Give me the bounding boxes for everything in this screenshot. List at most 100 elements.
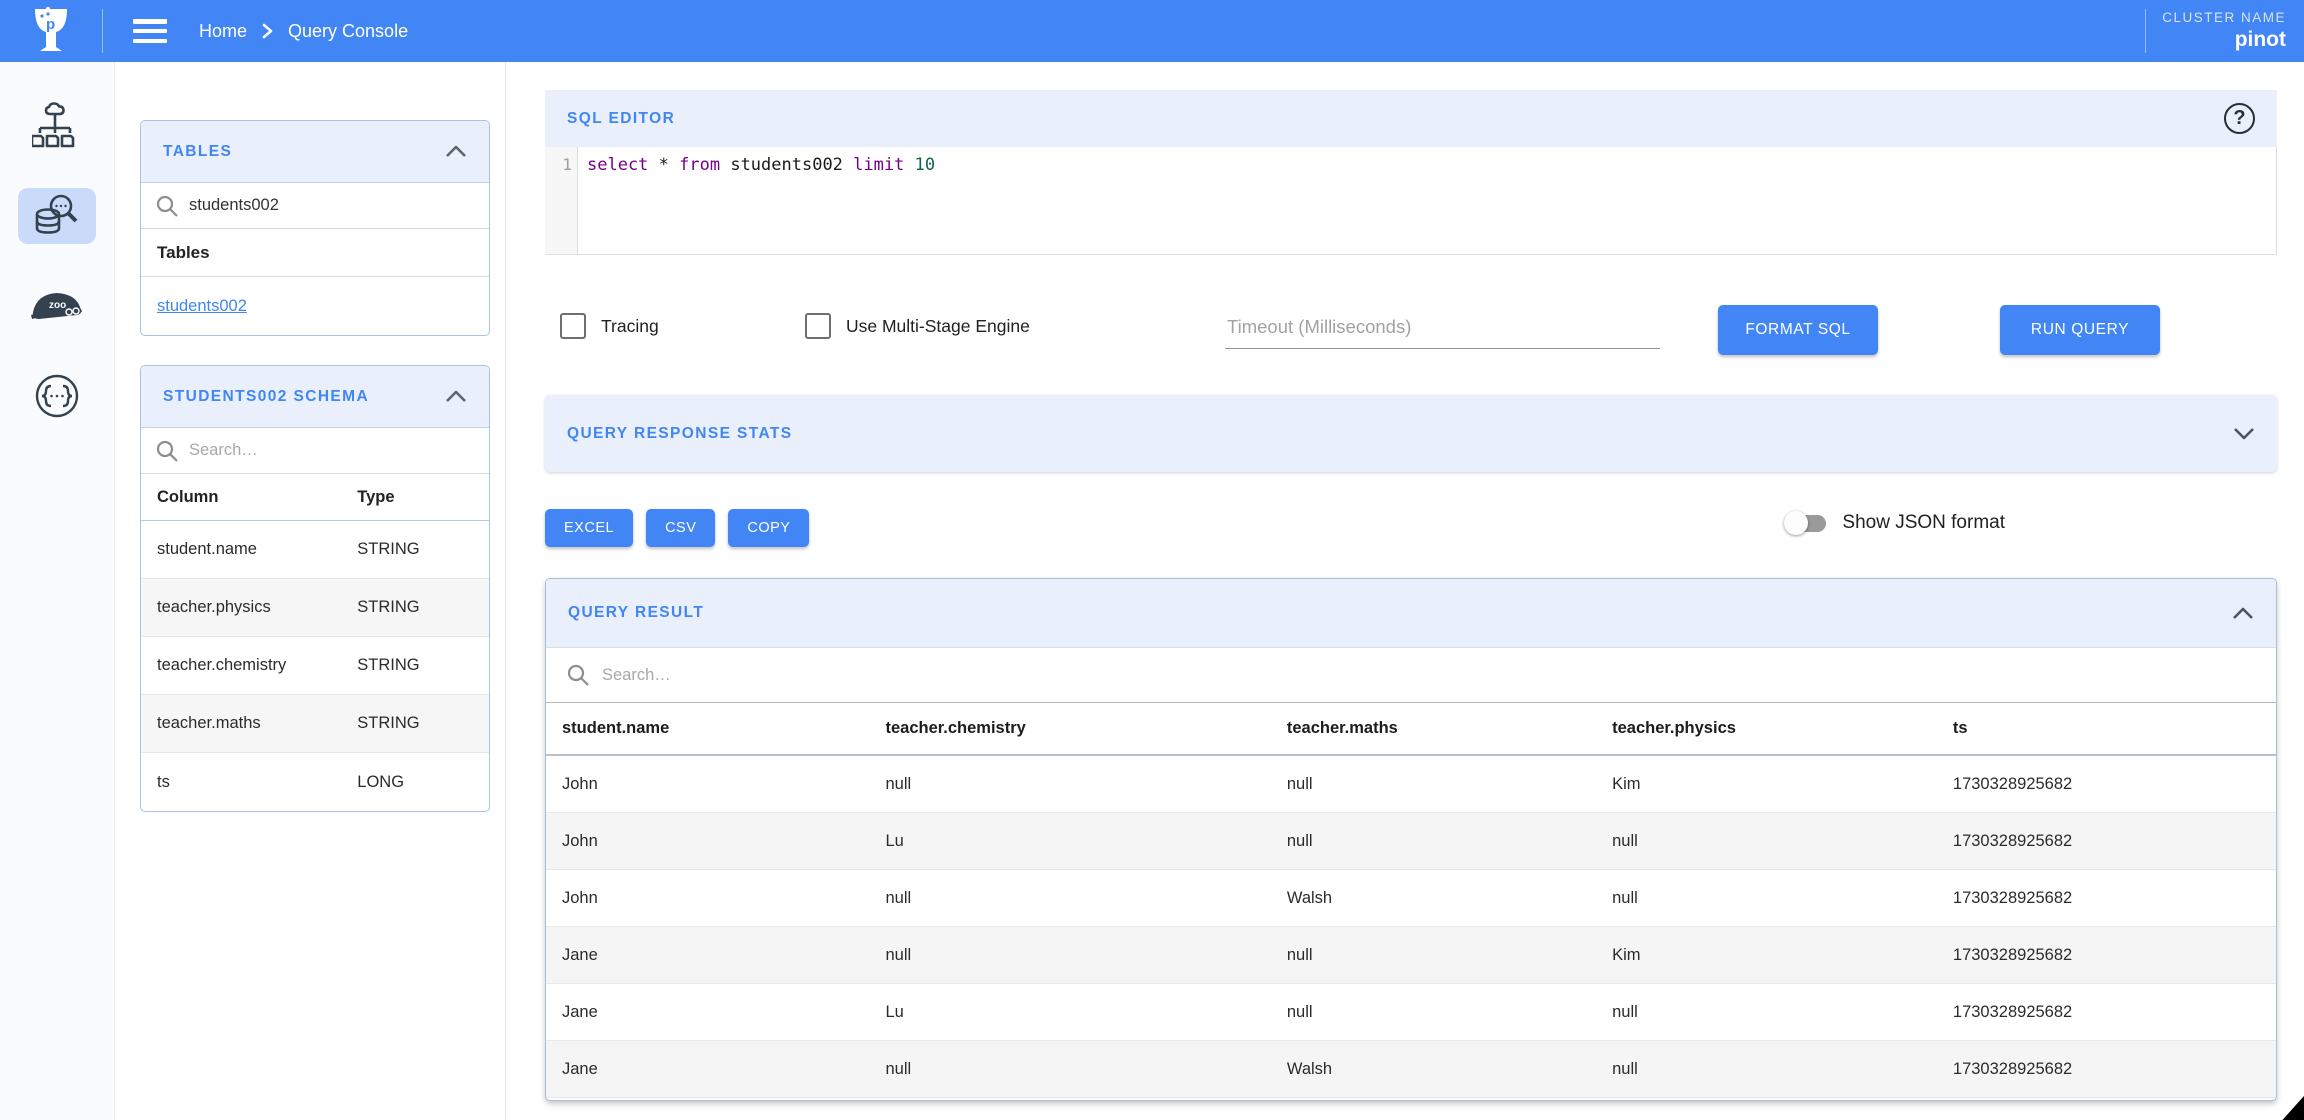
app-header: p Home Query Console CLUSTER NAME pinot bbox=[0, 0, 2304, 62]
result-cell: Jane bbox=[546, 1003, 870, 1022]
mouse-cursor bbox=[2280, 1096, 2304, 1120]
pinot-logo-icon: p bbox=[30, 7, 72, 55]
multistage-label: Use Multi-Stage Engine bbox=[846, 316, 1030, 337]
chevron-down-icon bbox=[2233, 427, 2255, 440]
tables-panel-title: TABLES bbox=[163, 143, 232, 161]
tracing-checkbox[interactable] bbox=[560, 313, 586, 339]
sql-token-keyword: from bbox=[679, 155, 720, 175]
sql-token-number: 10 bbox=[915, 155, 935, 175]
schema-cell-type: STRING bbox=[353, 656, 489, 675]
result-col-header-teacher.physics[interactable]: teacher.physics bbox=[1596, 719, 1937, 738]
excel-button[interactable]: EXCEL bbox=[545, 509, 633, 547]
query-response-stats-panel[interactable]: QUERY RESPONSE STATS bbox=[545, 395, 2277, 472]
sql-editor[interactable]: 1 select * from students002 limit 10 bbox=[545, 147, 2277, 255]
result-cell: Jane bbox=[546, 946, 870, 965]
tables-list-header: Tables bbox=[141, 229, 489, 277]
cluster-manager-icon bbox=[32, 102, 82, 150]
result-table-row: JanenullnullKim1730328925682 bbox=[546, 927, 2276, 984]
pinot-query-console: p Home Query Console CLUSTER NAME pinot bbox=[0, 0, 2304, 1120]
sidebar-item-cluster-manager[interactable] bbox=[18, 98, 96, 154]
schema-panel-header[interactable]: STUDENTS002 SCHEMA bbox=[141, 366, 489, 428]
multistage-checkbox[interactable] bbox=[805, 313, 831, 339]
sidebar-item-swagger[interactable] bbox=[18, 368, 96, 424]
tables-collapse-button[interactable] bbox=[445, 145, 467, 158]
header-right: CLUSTER NAME pinot bbox=[2145, 0, 2304, 62]
tables-panel-header[interactable]: TABLES bbox=[141, 121, 489, 183]
export-buttons: EXCEL CSV COPY bbox=[545, 509, 809, 547]
result-cell: null bbox=[1271, 1003, 1596, 1022]
result-table-row: JaneLunullnull1730328925682 bbox=[546, 984, 2276, 1041]
drawer-divider bbox=[505, 62, 506, 1120]
run-query-button[interactable]: RUN QUERY bbox=[2000, 305, 2160, 355]
timeout-input[interactable] bbox=[1225, 312, 1660, 349]
result-col-header-ts[interactable]: ts bbox=[1937, 719, 2276, 738]
schema-table-header: Column Type bbox=[141, 474, 489, 521]
result-cell: null bbox=[1271, 946, 1596, 965]
result-col-header-student.name[interactable]: student.name bbox=[546, 719, 870, 738]
schema-cell-column: teacher.physics bbox=[141, 598, 353, 617]
result-search-input[interactable] bbox=[602, 666, 2256, 685]
schema-collapse-button[interactable] bbox=[445, 390, 467, 403]
tracing-label: Tracing bbox=[601, 316, 659, 337]
left-nav: zoo bbox=[0, 62, 115, 1120]
timeout-field-wrap bbox=[1225, 312, 1660, 349]
sql-editor-title: SQL EDITOR bbox=[567, 110, 675, 128]
schema-row: teacher.physicsSTRING bbox=[141, 579, 489, 637]
schema-panel: STUDENTS002 SCHEMA Column Type student.n… bbox=[140, 365, 490, 812]
result-collapse-button[interactable] bbox=[2232, 607, 2254, 620]
result-cell: 1730328925682 bbox=[1937, 775, 2276, 794]
pinot-logo[interactable]: p bbox=[0, 0, 102, 62]
chevron-up-icon bbox=[445, 390, 467, 403]
stats-expand-button[interactable] bbox=[2233, 427, 2255, 440]
result-cell: Lu bbox=[870, 832, 1271, 851]
result-table-row: JanenullWalshnull1730328925682 bbox=[546, 1041, 2276, 1098]
schema-cell-type: STRING bbox=[353, 540, 489, 559]
result-table-row: JohnnullWalshnull1730328925682 bbox=[546, 870, 2276, 927]
query-result-header[interactable]: QUERY RESULT bbox=[546, 579, 2276, 648]
breadcrumb-home[interactable]: Home bbox=[199, 21, 247, 42]
svg-text:p: p bbox=[46, 16, 55, 33]
svg-text:zoo: zoo bbox=[49, 300, 66, 311]
cluster-name-value: pinot bbox=[2162, 28, 2286, 52]
tables-panel: TABLES Tables students002 bbox=[140, 120, 490, 336]
format-sql-button[interactable]: FORMAT SQL bbox=[1718, 305, 1878, 355]
help-icon[interactable]: ? bbox=[2224, 103, 2255, 134]
result-col-header-teacher.chemistry[interactable]: teacher.chemistry bbox=[870, 719, 1271, 738]
show-json-toggle[interactable] bbox=[1787, 515, 1826, 532]
query-result-title: QUERY RESULT bbox=[568, 604, 704, 622]
breadcrumb: Home Query Console bbox=[199, 21, 408, 42]
schema-cell-column: teacher.maths bbox=[141, 714, 353, 733]
result-cell: 1730328925682 bbox=[1937, 1003, 2276, 1022]
result-search-row bbox=[546, 648, 2276, 703]
schema-cell-column: teacher.chemistry bbox=[141, 656, 353, 675]
schema-search-input[interactable] bbox=[189, 441, 475, 460]
result-cell: Lu bbox=[870, 1003, 1271, 1022]
result-cell: 1730328925682 bbox=[1937, 946, 2276, 965]
result-cell: Jane bbox=[546, 1060, 870, 1079]
sidebar-item-query-console[interactable] bbox=[18, 188, 96, 244]
toggle-knob bbox=[1784, 511, 1808, 535]
sql-code-line[interactable]: select * from students002 limit 10 bbox=[578, 147, 2276, 254]
menu-hamburger-icon[interactable] bbox=[133, 19, 167, 43]
csv-button[interactable]: CSV bbox=[646, 509, 715, 547]
result-col-header-teacher.maths[interactable]: teacher.maths bbox=[1271, 719, 1596, 738]
tracing-control: Tracing bbox=[560, 308, 659, 344]
result-cell: null bbox=[1271, 832, 1596, 851]
swagger-api-icon bbox=[34, 373, 80, 419]
schema-col-header-column: Column bbox=[141, 488, 353, 507]
copy-button[interactable]: COPY bbox=[728, 509, 809, 547]
sidebar-item-zookeeper[interactable]: zoo bbox=[18, 278, 96, 334]
sql-token-plain bbox=[904, 155, 914, 175]
result-cell: null bbox=[870, 1060, 1271, 1079]
sql-token-plain: * bbox=[648, 155, 679, 175]
result-cell: 1730328925682 bbox=[1937, 1060, 2276, 1079]
cluster-name-label: CLUSTER NAME bbox=[2162, 10, 2286, 25]
tables-search-input[interactable] bbox=[189, 196, 475, 215]
header-divider-left bbox=[102, 9, 103, 53]
json-format-toggle-group: Show JSON format bbox=[1787, 512, 2005, 534]
search-icon bbox=[155, 439, 179, 463]
table-link-students002[interactable]: students002 bbox=[157, 297, 247, 316]
result-cell: Kim bbox=[1596, 775, 1937, 794]
schema-cell-type: STRING bbox=[353, 714, 489, 733]
sql-token-plain: students002 bbox=[720, 155, 853, 175]
